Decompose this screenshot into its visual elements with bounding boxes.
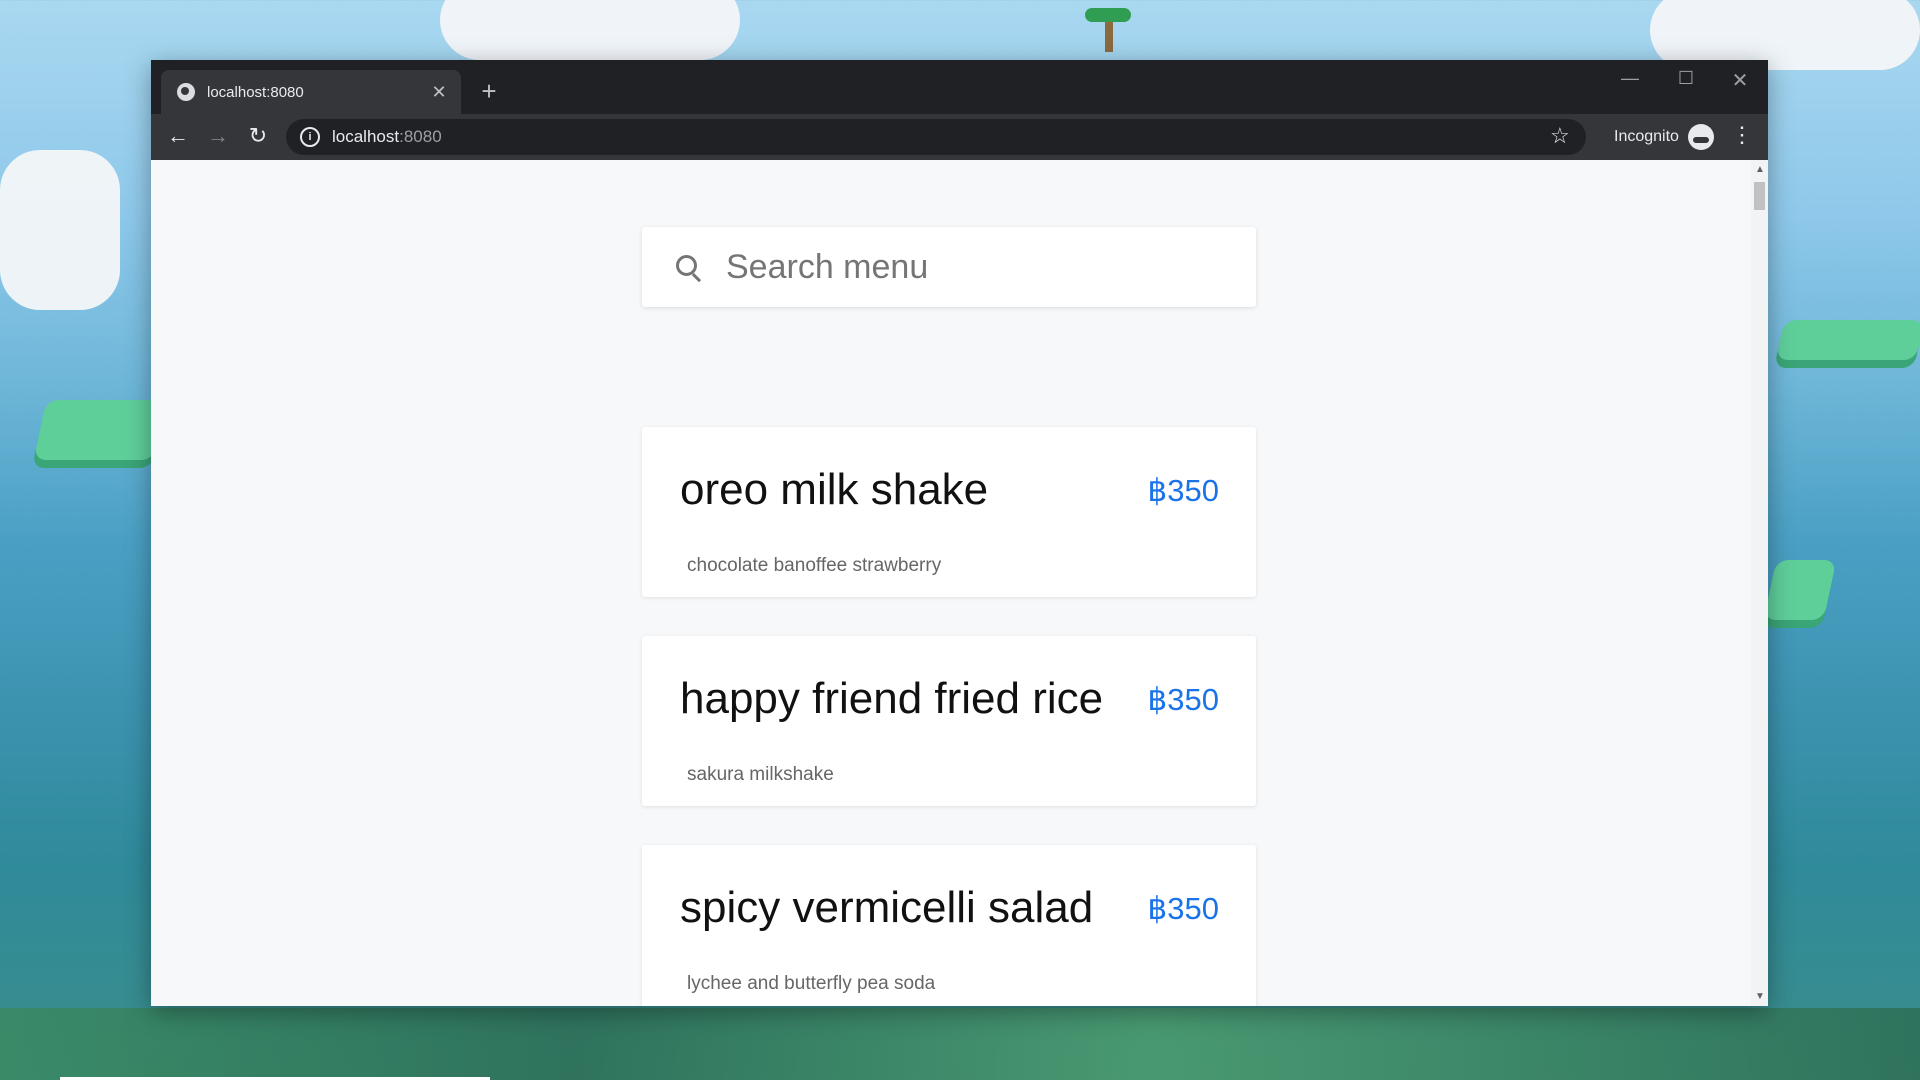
back-button[interactable]: ← (163, 123, 193, 149)
close-tab-icon[interactable]: ✕ (425, 82, 453, 103)
menu-list: oreo milk shake ฿350 chocolate banoffee … (642, 427, 1256, 1006)
browser-window: localhost:8080 ✕ + — ☐ ✕ ← → ↻ i localho… (151, 60, 1768, 1006)
menu-item-card[interactable]: spicy vermicelli salad ฿350 lychee and b… (642, 845, 1256, 1006)
minimize-button[interactable]: — (1610, 68, 1650, 89)
menu-item-name: spicy vermicelli salad (680, 883, 1094, 932)
background-island (1775, 320, 1920, 360)
close-window-button[interactable]: ✕ (1720, 68, 1760, 93)
page-viewport: oreo milk shake ฿350 chocolate banoffee … (151, 160, 1751, 1006)
reload-button[interactable]: ↻ (243, 123, 273, 149)
browser-menu-icon[interactable]: ⋮ (1731, 122, 1753, 148)
menu-item-description: lychee and butterfly pea soda (687, 973, 936, 994)
menu-item-description: sakura milkshake (687, 764, 834, 785)
new-tab-button[interactable]: + (474, 76, 504, 107)
menu-item-price: ฿350 (1147, 682, 1219, 717)
menu-item-card[interactable]: happy friend fried rice ฿350 sakura milk… (642, 636, 1256, 806)
background-cloud (0, 150, 120, 310)
background-island (33, 400, 167, 460)
search-box[interactable] (642, 227, 1256, 307)
menu-item-name: happy friend fried rice (680, 674, 1104, 723)
maximize-button[interactable]: ☐ (1666, 68, 1706, 89)
search-icon (676, 255, 700, 279)
palm-leaf-icon (1085, 8, 1131, 22)
scroll-down-arrow-icon[interactable]: ▼ (1755, 991, 1765, 1002)
background-seabed (0, 1008, 1920, 1080)
globe-icon (177, 83, 195, 101)
incognito-icon[interactable] (1688, 124, 1714, 150)
background-island (1763, 560, 1837, 620)
forward-button[interactable]: → (203, 123, 233, 149)
address-port: :8080 (399, 127, 442, 146)
browser-toolbar: ← → ↻ i localhost :8080 ☆ Incognito ⋮ (151, 114, 1768, 160)
menu-item-price: ฿350 (1147, 473, 1219, 508)
menu-item-description: chocolate banoffee strawberry (687, 555, 942, 576)
title-bar: localhost:8080 ✕ + — ☐ ✕ (151, 60, 1768, 114)
scroll-thumb[interactable] (1754, 182, 1765, 210)
site-info-icon[interactable]: i (300, 127, 320, 147)
address-bar[interactable]: i localhost :8080 (286, 119, 1586, 155)
bookmark-star-icon[interactable]: ☆ (1550, 123, 1570, 149)
incognito-label: Incognito (1614, 128, 1679, 145)
menu-item-name: oreo milk shake (680, 465, 989, 514)
menu-item-card[interactable]: oreo milk shake ฿350 chocolate banoffee … (642, 427, 1256, 597)
page-scrollbar[interactable]: ▲ ▼ (1751, 160, 1768, 1006)
menu-item-price: ฿350 (1147, 891, 1219, 926)
scroll-up-arrow-icon[interactable]: ▲ (1755, 164, 1765, 175)
background-cloud (440, 0, 740, 60)
address-host: localhost (332, 127, 400, 146)
browser-tab[interactable]: localhost:8080 ✕ (161, 70, 461, 114)
search-input[interactable] (724, 246, 1188, 288)
tab-title: localhost:8080 (207, 83, 304, 101)
